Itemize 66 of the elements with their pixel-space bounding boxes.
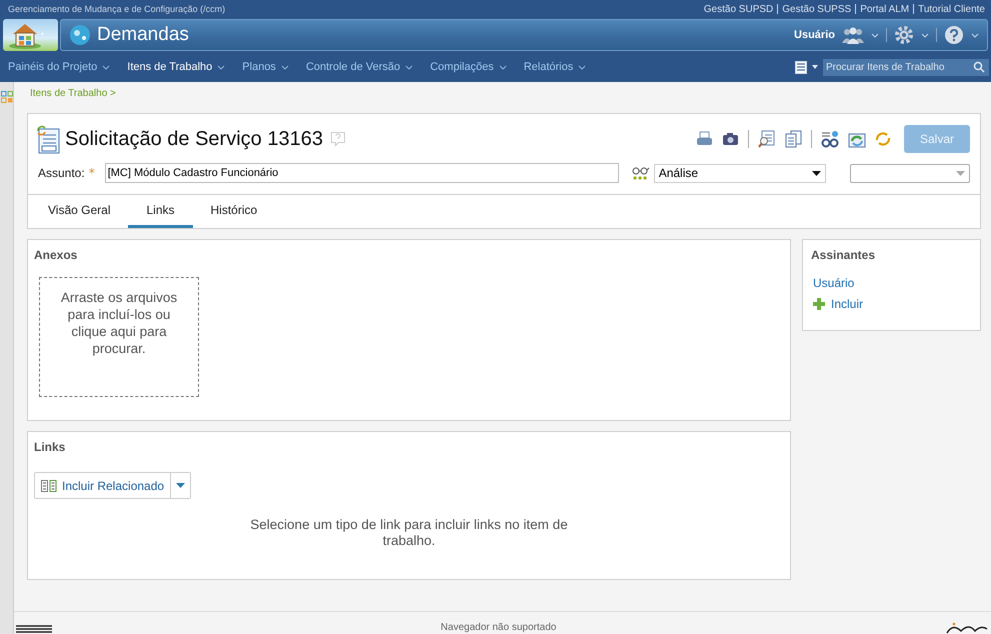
help-icon[interactable]	[944, 25, 964, 45]
header-link[interactable]: Gestão SUPSS	[782, 4, 852, 14]
caret-icon	[176, 483, 186, 488]
tab[interactable]: Visão Geral	[30, 195, 128, 228]
panel-title: Assinantes	[811, 248, 876, 262]
add-related-button[interactable]: Incluir Relacionado	[35, 473, 172, 498]
state-dropdown[interactable]: Análise	[654, 164, 826, 182]
find-document-icon[interactable]	[758, 130, 776, 148]
document-icon	[36, 124, 60, 154]
empty-message: Selecione um tipo de link para incluir links no item de trabalho.	[249, 517, 569, 549]
nav-menu-item[interactable]: Compilações	[430, 61, 507, 73]
chevron-icon[interactable]	[971, 32, 979, 38]
footer-message: Navegador não suportado	[440, 622, 556, 633]
logo-icon	[944, 622, 989, 634]
logo-icon	[16, 624, 52, 634]
chevron-icon[interactable]	[921, 32, 929, 38]
users-icon[interactable]	[842, 26, 864, 44]
grid-icon[interactable]	[1, 91, 13, 103]
subject-field[interactable]: [MC] Módulo Cadastro Funcionário	[104, 163, 619, 183]
nav-menu-item[interactable]: Relatórios	[524, 61, 586, 73]
plus-icon[interactable]	[813, 298, 825, 310]
globe-icon	[69, 24, 91, 46]
settings-icon[interactable]	[894, 25, 914, 45]
search-icon	[973, 61, 985, 73]
required-marker: *	[88, 166, 95, 180]
camera-icon[interactable]	[722, 132, 739, 146]
nav-menu-item[interactable]: Painéis do Projeto	[8, 61, 110, 73]
copy-icon[interactable]	[785, 130, 802, 148]
glasses-icon	[632, 165, 650, 181]
user-name: Usuário	[794, 29, 835, 41]
print-icon[interactable]	[696, 131, 713, 147]
header-link[interactable]: Portal ALM	[860, 4, 910, 14]
panel-title: Anexos	[34, 248, 78, 262]
work-item-title: Solicitação de Serviço 13163	[65, 128, 323, 150]
home-button[interactable]	[3, 19, 58, 51]
header-link[interactable]: Tutorial Cliente	[918, 4, 985, 14]
tab[interactable]: Histórico	[192, 195, 276, 228]
chevron-icon	[217, 64, 226, 70]
chevron-icon[interactable]	[871, 32, 879, 38]
field-label: Assunto:	[38, 166, 85, 180]
chevron-icon	[498, 64, 507, 70]
nav-menu-item[interactable]: Planos	[242, 61, 289, 73]
nav-menu-item[interactable]: Controle de Versão	[306, 61, 414, 73]
link-list-icon	[41, 480, 57, 492]
chevron-icon	[405, 64, 414, 70]
header-link[interactable]: Gestão SUPSD	[704, 4, 774, 14]
add-subscriber-link[interactable]: Incluir	[831, 297, 864, 311]
chevron-icon	[280, 64, 289, 70]
breadcrumb-link[interactable]: Itens de Trabalho >	[30, 88, 116, 99]
list-icon[interactable]	[795, 60, 807, 74]
caret-icon	[812, 170, 821, 176]
panel-title: Links	[34, 440, 66, 454]
chevron-icon	[102, 64, 110, 70]
tab[interactable]: Links	[128, 195, 192, 228]
subscribe-icon[interactable]	[821, 130, 839, 148]
drop-zone[interactable]: Arraste os arquivos para incluí-los ou clique aqui para procurar.	[39, 277, 199, 397]
project-title: Demandas	[97, 24, 189, 46]
chevron-icon	[578, 64, 586, 70]
nav-menu-item[interactable]: Itens de Trabalho	[127, 61, 226, 73]
subscriber-link[interactable]: Usuário	[813, 276, 854, 290]
search-field[interactable]: Procurar Itens de Trabalho	[823, 58, 989, 76]
sync-icon[interactable]	[875, 131, 891, 147]
caret-icon[interactable]	[812, 65, 818, 69]
dropdown[interactable]	[850, 164, 970, 182]
app-title: Gerenciamento de Mudança e de Configuração (/ccm)	[8, 4, 226, 14]
caret-icon	[956, 170, 965, 176]
